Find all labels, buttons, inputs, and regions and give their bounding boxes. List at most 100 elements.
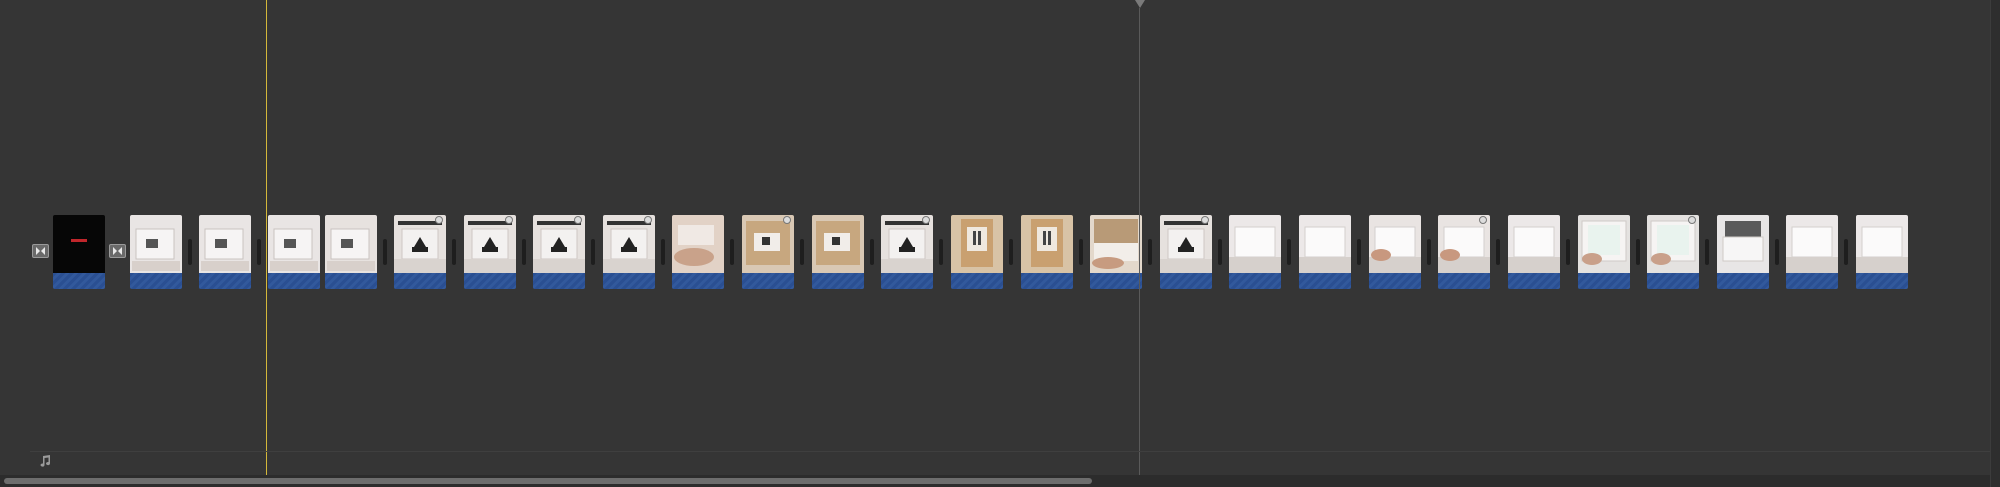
video-clip[interactable] xyxy=(130,215,182,289)
clip-gap-handle[interactable] xyxy=(1218,239,1222,265)
clip-adjust-badge-icon[interactable] xyxy=(922,216,930,224)
music-well[interactable] xyxy=(30,451,1990,474)
clip-thumbnail xyxy=(1508,215,1560,273)
clip-thumbnail xyxy=(672,215,724,273)
clip-gap-handle[interactable] xyxy=(1496,239,1500,265)
clip-gap-handle[interactable] xyxy=(1357,239,1361,265)
clip-gap-handle[interactable] xyxy=(1566,239,1570,265)
clip-gap-handle[interactable] xyxy=(1427,239,1431,265)
clip-audio-waveform xyxy=(199,273,251,289)
video-clip[interactable] xyxy=(603,215,655,289)
clip-thumbnail xyxy=(1229,215,1281,273)
video-clip[interactable] xyxy=(325,215,377,289)
clip-adjust-badge-icon[interactable] xyxy=(644,216,652,224)
clip-adjust-badge-icon[interactable] xyxy=(1688,216,1696,224)
clip-gap-handle[interactable] xyxy=(591,239,595,265)
clip-thumbnail xyxy=(1369,215,1421,273)
playhead-marker-icon[interactable] xyxy=(1135,0,1145,8)
clip-thumbnail xyxy=(1786,215,1838,273)
clip-gap-handle[interactable] xyxy=(452,239,456,265)
horizontal-scrollbar[interactable] xyxy=(0,475,1990,487)
clip-gap-handle[interactable] xyxy=(661,239,665,265)
clip-gap-handle[interactable] xyxy=(870,239,874,265)
clip-thumbnail xyxy=(1090,215,1142,273)
clip-audio-waveform xyxy=(1438,273,1490,289)
clip-gap-handle[interactable] xyxy=(188,239,192,265)
clip-audio-waveform xyxy=(394,273,446,289)
video-clip[interactable] xyxy=(1160,215,1212,289)
video-clip[interactable] xyxy=(1717,215,1769,289)
clip-audio-waveform xyxy=(53,273,105,289)
clip-gap-handle[interactable] xyxy=(522,239,526,265)
transition-icon[interactable] xyxy=(32,244,49,258)
video-clip[interactable] xyxy=(1578,215,1630,289)
scrollbar-thumb[interactable] xyxy=(4,478,1092,484)
clip-thumbnail xyxy=(268,215,320,273)
clip-thumbnail xyxy=(199,215,251,273)
video-clip[interactable] xyxy=(881,215,933,289)
video-clip[interactable] xyxy=(1438,215,1490,289)
clip-adjust-badge-icon[interactable] xyxy=(1201,216,1209,224)
video-clip[interactable] xyxy=(1856,215,1908,289)
video-clip[interactable] xyxy=(1508,215,1560,289)
clip-gap-handle[interactable] xyxy=(383,239,387,265)
clip-audio-waveform xyxy=(130,273,182,289)
video-clip[interactable] xyxy=(742,215,794,289)
clip-audio-waveform xyxy=(1786,273,1838,289)
video-clip[interactable] xyxy=(464,215,516,289)
clip-gap-handle[interactable] xyxy=(1148,239,1152,265)
video-clip[interactable] xyxy=(812,215,864,289)
clip-audio-waveform xyxy=(812,273,864,289)
clip-gap-handle[interactable] xyxy=(800,239,804,265)
clip-thumbnail xyxy=(1021,215,1073,273)
clip-audio-waveform xyxy=(1647,273,1699,289)
video-clip[interactable] xyxy=(1021,215,1073,289)
clip-audio-waveform xyxy=(1856,273,1908,289)
clip-thumbnail xyxy=(1299,215,1351,273)
video-clip[interactable] xyxy=(1090,215,1142,289)
video-clip[interactable] xyxy=(672,215,724,289)
playhead-line[interactable] xyxy=(1139,8,1140,475)
clip-adjust-badge-icon[interactable] xyxy=(783,216,791,224)
clip-thumbnail xyxy=(812,215,864,273)
clip-gap-handle[interactable] xyxy=(1705,239,1709,265)
clip-thumbnail xyxy=(1578,215,1630,273)
video-clip[interactable] xyxy=(268,215,320,289)
video-clip[interactable] xyxy=(394,215,446,289)
clip-gap-handle[interactable] xyxy=(1009,239,1013,265)
clip-audio-waveform xyxy=(1229,273,1281,289)
clip-thumbnail xyxy=(1856,215,1908,273)
clip-thumbnail xyxy=(130,215,182,273)
video-clip[interactable] xyxy=(1299,215,1351,289)
clip-gap-handle[interactable] xyxy=(1079,239,1083,265)
clip-adjust-badge-icon[interactable] xyxy=(574,216,582,224)
clip-adjust-badge-icon[interactable] xyxy=(435,216,443,224)
clip-gap-handle[interactable] xyxy=(939,239,943,265)
timeline-canvas[interactable] xyxy=(0,0,2000,487)
video-clip[interactable] xyxy=(1369,215,1421,289)
skimmer-line xyxy=(266,0,267,475)
video-clip[interactable] xyxy=(951,215,1003,289)
clip-gap-handle[interactable] xyxy=(730,239,734,265)
clip-audio-waveform xyxy=(464,273,516,289)
clip-adjust-badge-icon[interactable] xyxy=(1479,216,1487,224)
clip-audio-waveform xyxy=(603,273,655,289)
clip-thumbnail xyxy=(325,215,377,273)
clip-gap-handle[interactable] xyxy=(1636,239,1640,265)
clip-audio-waveform xyxy=(1508,273,1560,289)
clip-audio-waveform xyxy=(1369,273,1421,289)
video-clip[interactable] xyxy=(1647,215,1699,289)
clip-gap-handle[interactable] xyxy=(1844,239,1848,265)
clip-gap-handle[interactable] xyxy=(257,239,261,265)
video-clip[interactable] xyxy=(1229,215,1281,289)
clip-gap-handle[interactable] xyxy=(1287,239,1291,265)
clip-audio-waveform xyxy=(268,273,320,289)
video-clip[interactable] xyxy=(53,215,105,289)
video-clip[interactable] xyxy=(199,215,251,289)
clip-gap-handle[interactable] xyxy=(1775,239,1779,265)
clip-audio-waveform xyxy=(1090,273,1142,289)
transition-icon[interactable] xyxy=(109,244,126,258)
clip-adjust-badge-icon[interactable] xyxy=(505,216,513,224)
video-clip[interactable] xyxy=(533,215,585,289)
video-clip[interactable] xyxy=(1786,215,1838,289)
